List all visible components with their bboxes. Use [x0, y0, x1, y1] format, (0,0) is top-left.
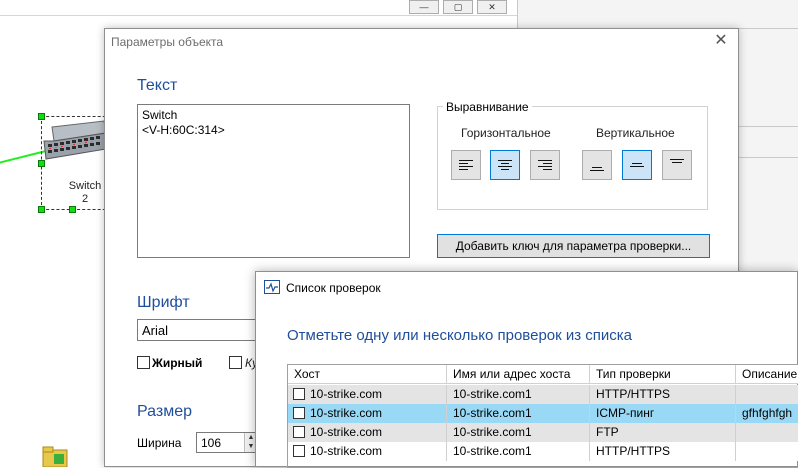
cell-address: 10-strike.com1: [447, 442, 590, 461]
column-type[interactable]: Тип проверки: [590, 365, 736, 384]
checks-list-dialog: Список проверок Отметьте одну или нескол…: [255, 271, 798, 468]
align-top-icon: [670, 159, 684, 163]
network-switch-icon: [43, 120, 107, 160]
align-center-icon: [498, 160, 512, 170]
row-checkbox[interactable]: [293, 407, 305, 419]
align-right-icon: [538, 160, 552, 170]
row-checkbox[interactable]: [293, 388, 305, 400]
cell-address: 10-strike.com1: [447, 404, 590, 423]
align-bottom-button[interactable]: [582, 150, 612, 180]
align-left-button[interactable]: [451, 150, 481, 180]
panel-divider: [738, 126, 798, 127]
checks-table: Хост Имя или адрес хоста Тип проверки Оп…: [287, 364, 798, 468]
align-right-button[interactable]: [530, 150, 560, 180]
checks-dialog-titlebar: Список проверок: [256, 272, 797, 302]
checks-dialog-title: Список проверок: [286, 281, 381, 295]
monitor-chart-icon: [264, 280, 280, 294]
table-header: Хост Имя или адрес хоста Тип проверки Оп…: [288, 365, 798, 384]
align-middle-icon: [630, 163, 644, 167]
width-spinbox[interactable]: 106 ▲ ▼: [196, 432, 258, 453]
align-top-button[interactable]: [662, 150, 692, 180]
size-section-heading: Размер: [137, 403, 192, 420]
switch-node-label: Switch 2: [60, 180, 110, 206]
checks-heading: Отметьте одну или несколько проверок из …: [287, 327, 633, 344]
cell-host: 10-strike.com: [288, 423, 447, 442]
align-middle-button[interactable]: [622, 150, 652, 180]
minimize-button[interactable]: —: [409, 0, 439, 14]
resize-handle[interactable]: [38, 206, 45, 213]
bold-checkbox[interactable]: [137, 356, 150, 369]
font-select[interactable]: Arial: [137, 319, 257, 341]
table-row[interactable]: 10-strike.com 10-strike.com1 ICMP-пинг g…: [288, 404, 798, 423]
table-row[interactable]: 10-strike.com 10-strike.com1 HTTP/HTTPS: [288, 442, 798, 461]
cell-host: 10-strike.com: [288, 385, 447, 404]
panel-divider: [738, 157, 798, 158]
row-checkbox[interactable]: [293, 426, 305, 438]
cell-host: 10-strike.com: [288, 404, 447, 423]
switch-node-label-line1: Switch: [68, 180, 102, 192]
close-icon[interactable]: ✕: [712, 32, 730, 50]
column-address[interactable]: Имя или адрес хоста: [447, 365, 590, 384]
maximize-button[interactable]: ▢: [443, 0, 473, 14]
italic-checkbox[interactable]: [229, 356, 242, 369]
switch-node-label-line2: 2: [81, 193, 89, 205]
dialog-title: Параметры объекта: [111, 35, 224, 49]
close-window-button[interactable]: ✕: [477, 0, 507, 14]
cell-type: HTTP/HTTPS: [590, 385, 736, 404]
align-bottom-icon: [590, 167, 604, 171]
column-host[interactable]: Хост: [288, 365, 447, 384]
column-description[interactable]: Описание: [736, 365, 798, 384]
alignment-legend: Выравнивание: [443, 100, 532, 114]
cell-address: 10-strike.com1: [447, 385, 590, 404]
width-label: Ширина: [137, 436, 182, 450]
align-center-button[interactable]: [490, 150, 520, 180]
cell-description: [736, 385, 798, 404]
resize-handle[interactable]: [69, 206, 76, 213]
cell-host: 10-strike.com: [288, 442, 447, 461]
cell-type: ICMP-пинг: [590, 404, 736, 423]
text-section-heading: Текст: [137, 77, 178, 94]
text-textarea[interactable]: Switch <V-H:60C:314>: [137, 104, 410, 258]
cell-description: gfhfghfgh: [736, 404, 798, 423]
folder-icon[interactable]: [42, 446, 68, 467]
align-left-icon: [459, 160, 473, 170]
font-section-heading: Шрифт: [137, 294, 190, 311]
bold-label: Жирный: [152, 356, 203, 370]
cell-description: [736, 442, 798, 461]
add-check-key-button[interactable]: Добавить ключ для параметра проверки...: [437, 234, 710, 258]
cell-type: HTTP/HTTPS: [590, 442, 736, 461]
vertical-alignment-label: Вертикальное: [596, 126, 675, 140]
cell-description: [736, 423, 798, 442]
row-checkbox[interactable]: [293, 445, 305, 457]
cell-type: FTP: [590, 423, 736, 442]
table-row[interactable]: 10-strike.com 10-strike.com1 FTP: [288, 423, 798, 442]
table-row[interactable]: 10-strike.com 10-strike.com1 HTTP/HTTPS: [288, 385, 798, 404]
width-value: 106: [201, 436, 222, 450]
horizontal-alignment-label: Горизонтальное: [461, 126, 551, 140]
cell-address: 10-strike.com1: [447, 423, 590, 442]
